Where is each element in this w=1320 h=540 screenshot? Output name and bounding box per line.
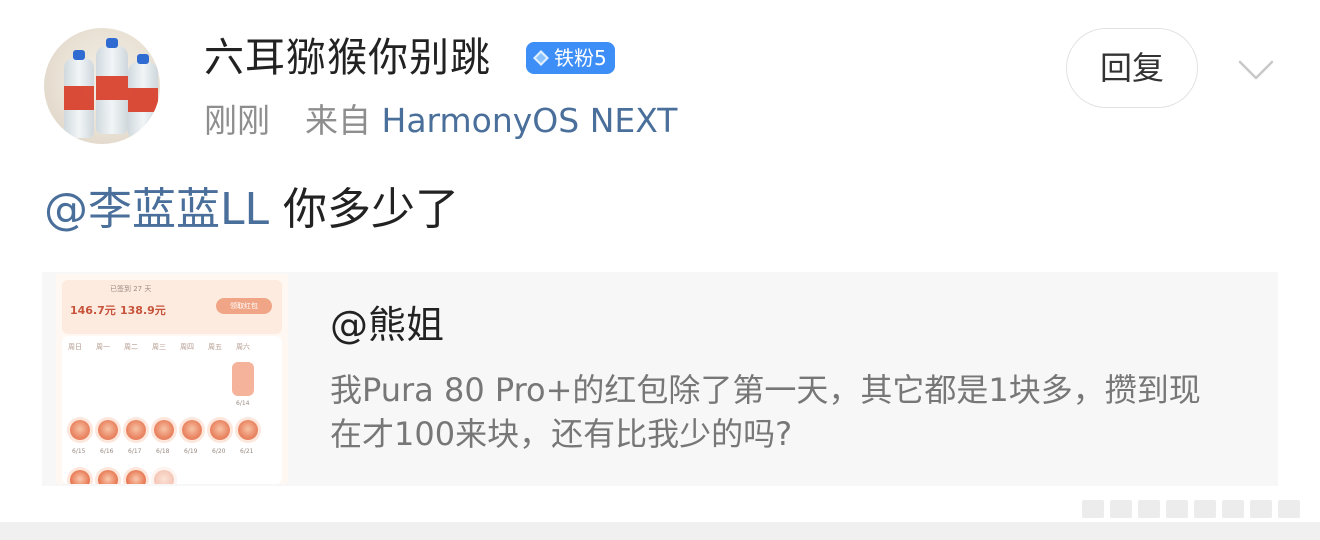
coin (154, 470, 174, 484)
thumb-amount-2: 138.9元 (120, 304, 166, 317)
date-label: 6/14 (236, 400, 250, 407)
thumb-amount-1: 146.7元 (70, 304, 116, 317)
quoted-thumbnail[interactable]: 已签到 27 天 146.7元 138.9元 领取红包 周日 周一 周二 周三 … (56, 274, 288, 484)
coin (238, 420, 258, 440)
source-prefix: 来自 (305, 101, 371, 140)
chevron-down-icon[interactable] (1236, 50, 1276, 90)
coin (154, 420, 174, 440)
badge-label: 铁粉5 (554, 46, 607, 70)
post-meta: 刚刚 来自 HarmonyOS NEXT (204, 100, 677, 142)
coin (98, 470, 118, 484)
thumb-action-label: 领取红包 (230, 302, 258, 310)
coin (210, 420, 230, 440)
diamond-icon (533, 50, 549, 66)
day-reward (232, 362, 254, 396)
coin (70, 470, 90, 484)
weekday: 周三 (152, 343, 166, 351)
watermark (1082, 496, 1310, 522)
mention-link[interactable]: @李蓝蓝LL (44, 184, 269, 235)
weekday: 周六 (236, 343, 250, 351)
quoted-text-line-2: 在才100来块，还有比我少的吗? (330, 415, 793, 453)
coin (126, 470, 146, 484)
coin (70, 420, 90, 440)
thumb-action-button: 领取红包 (216, 298, 272, 314)
date-label: 6/19 (184, 448, 198, 455)
coin (182, 420, 202, 440)
comment-text: @李蓝蓝LL 你多少了 (44, 182, 459, 238)
quoted-text: 我Pura 80 Pro+的红包除了第一天，其它都是1块多，攒到现 在才100来… (330, 368, 1290, 456)
date-label: 6/20 (212, 448, 226, 455)
quoted-text-line-1: 我Pura 80 Pro+的红包除了第一天，其它都是1块多，攒到现 (330, 371, 1201, 409)
weekday: 周二 (124, 343, 138, 351)
fan-badge[interactable]: 铁粉5 (526, 42, 615, 74)
coin (98, 420, 118, 440)
weekday: 周一 (96, 343, 110, 351)
date-label: 6/16 (100, 448, 114, 455)
date-label: 6/21 (240, 448, 254, 455)
comment-body: 你多少了 (283, 184, 460, 235)
quoted-author[interactable]: @熊姐 (330, 302, 444, 348)
avatar[interactable] (44, 28, 160, 144)
quoted-post[interactable]: 已签到 27 天 146.7元 138.9元 领取红包 周日 周一 周二 周三 … (42, 272, 1278, 486)
thumbnail-summary-card: 已签到 27 天 146.7元 138.9元 领取红包 (62, 280, 282, 334)
date-label: 6/18 (156, 448, 170, 455)
date-label: 6/15 (72, 448, 86, 455)
coin (126, 420, 146, 440)
weekday: 周四 (180, 343, 194, 351)
thumbnail-calendar: 周日 周一 周二 周三 周四 周五 周六 6/14 6/15 6/16 6/17… (62, 336, 282, 484)
username[interactable]: 六耳猕猴你别跳 (204, 34, 491, 82)
date-label: 6/17 (128, 448, 142, 455)
weekday: 周日 (68, 343, 82, 351)
footer-divider (0, 522, 1320, 540)
source-app[interactable]: HarmonyOS NEXT (382, 101, 678, 140)
post-time: 刚刚 (204, 101, 270, 140)
weekday: 周五 (208, 343, 222, 351)
thumb-streak: 已签到 27 天 (110, 285, 152, 293)
reply-button[interactable]: 回复 (1066, 28, 1198, 108)
